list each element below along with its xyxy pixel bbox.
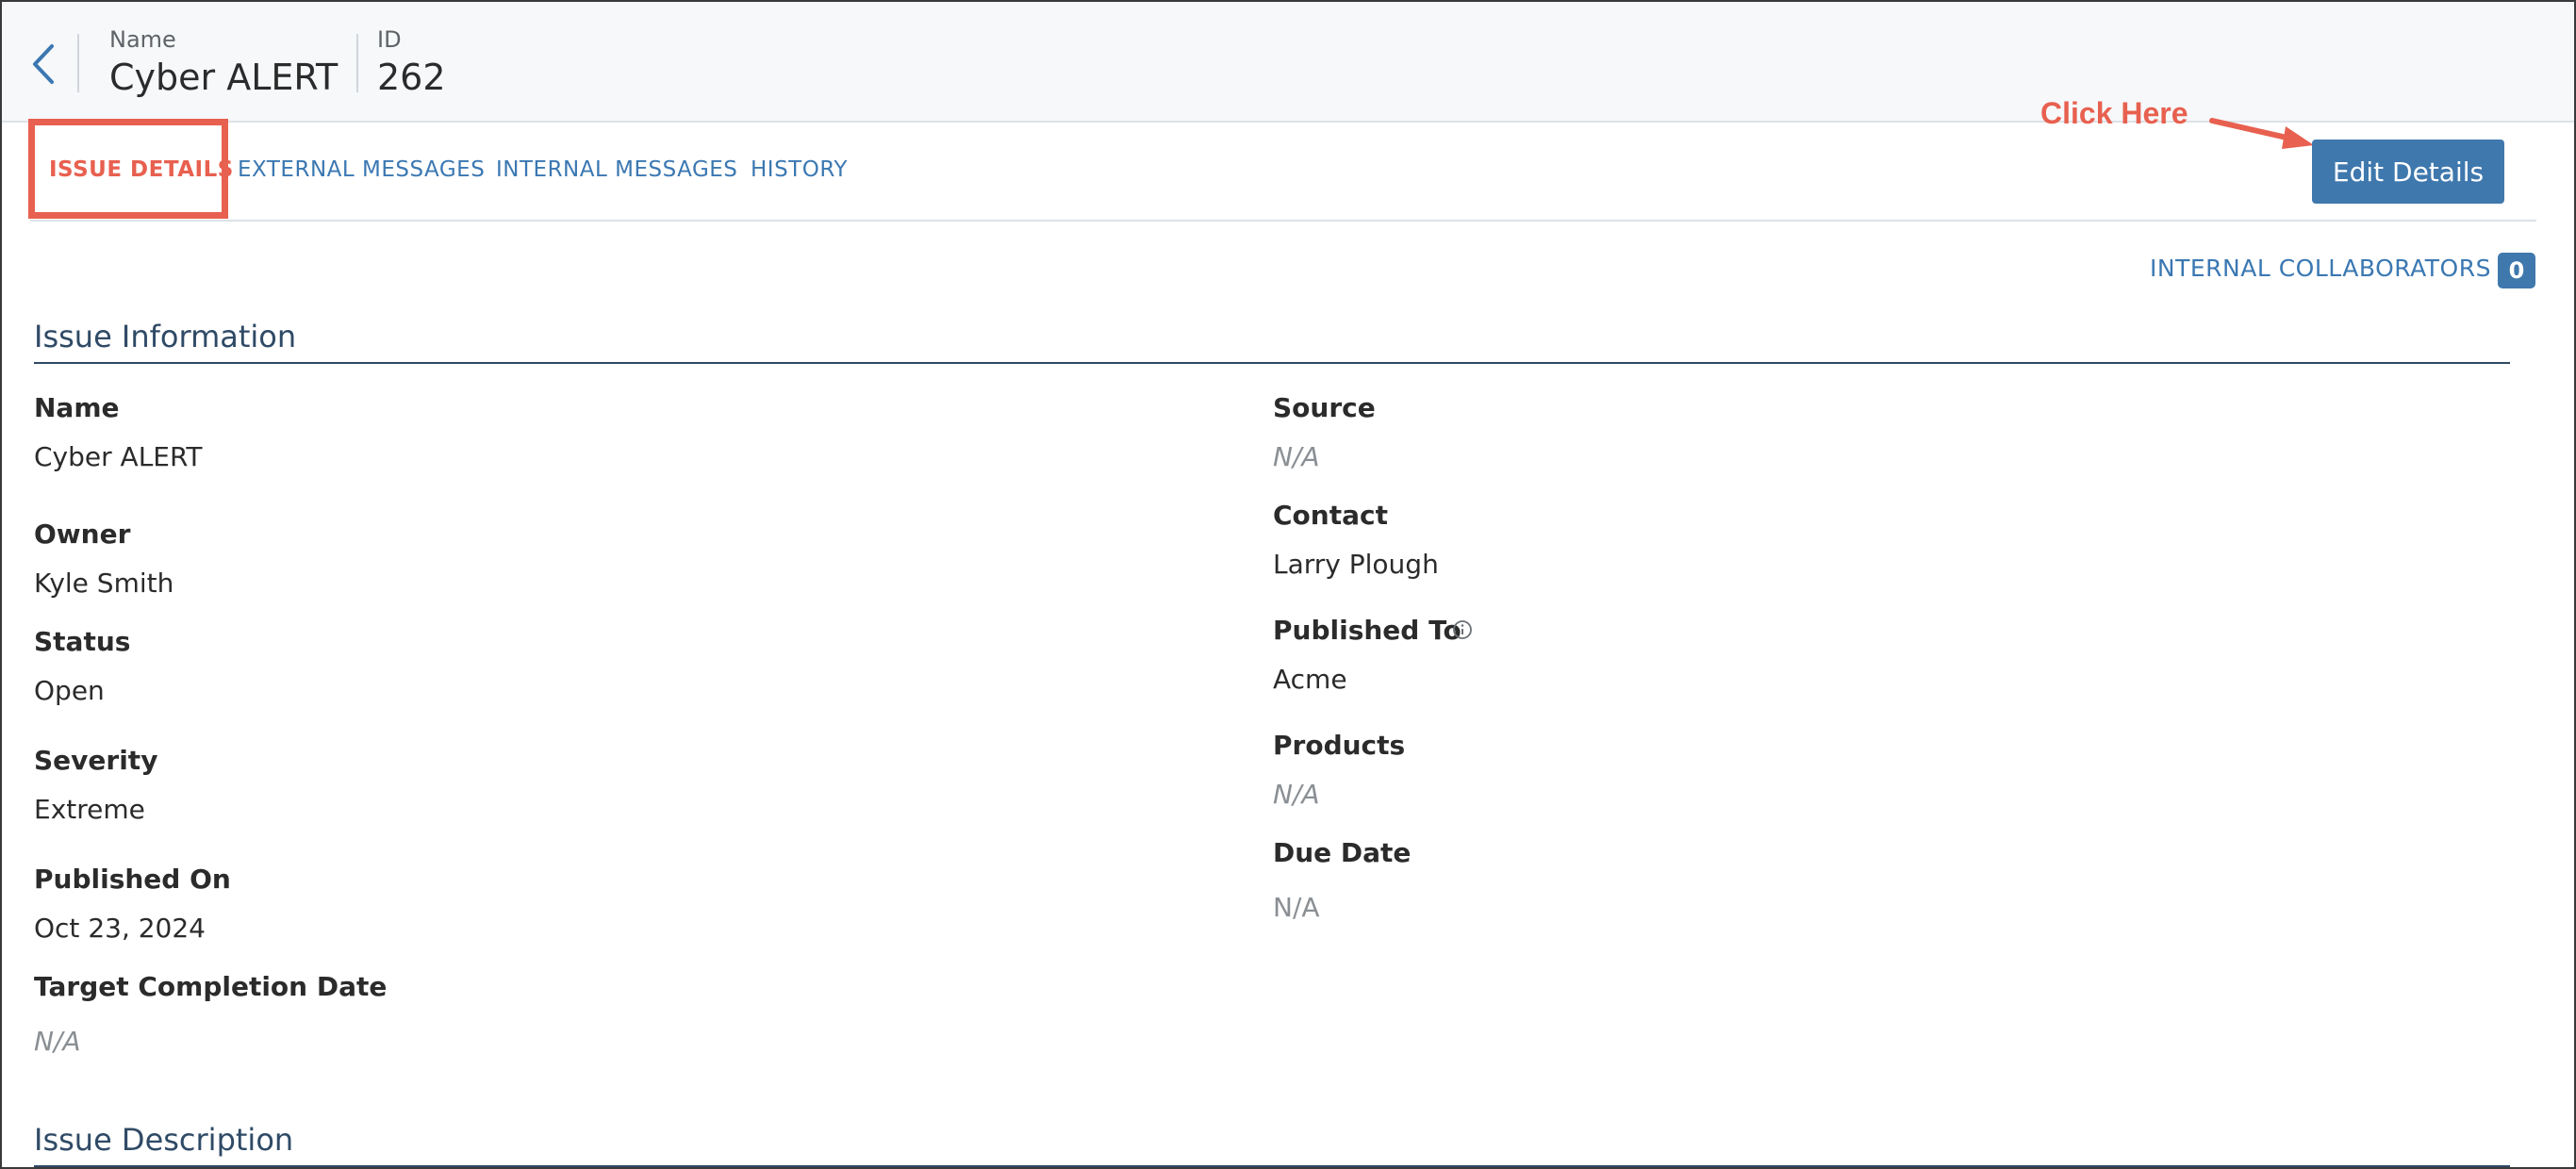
field-label-name: Name <box>34 392 120 423</box>
collaborators-count-badge[interactable]: 0 <box>2498 253 2535 288</box>
field-label-contact: Contact <box>1273 500 1388 531</box>
issue-name: Cyber ALERT <box>109 57 339 98</box>
field-value-name: Cyber ALERT <box>34 441 203 472</box>
field-value-products: N/A <box>1273 779 1320 810</box>
arrow-icon <box>2209 118 2314 149</box>
field-label-products: Products <box>1273 730 1406 761</box>
section-divider <box>34 362 2510 364</box>
tab-internal-messages[interactable]: INTERNAL MESSAGES <box>496 157 737 182</box>
field-value-source: N/A <box>1273 441 1320 472</box>
app-window: Name Cyber ALERT ID 262 ISSUE DETAILS EX… <box>0 0 2576 1169</box>
tab-issue-details[interactable]: ISSUE DETAILS <box>49 157 234 182</box>
field-value-contact: Larry Plough <box>1273 549 1439 580</box>
field-label-severity: Severity <box>34 745 158 776</box>
page-header: Name Cyber ALERT ID 262 <box>2 2 2574 123</box>
field-label-due-date: Due Date <box>1273 837 1412 868</box>
field-value-due-date: N/A <box>1273 892 1320 923</box>
chevron-left-icon <box>33 44 54 84</box>
info-circle-icon[interactable] <box>1452 619 1473 640</box>
field-value-status: Open <box>34 675 105 706</box>
section-title-issue-information: Issue Information <box>34 319 297 354</box>
field-value-severity: Extreme <box>34 794 145 825</box>
field-value-published-on: Oct 23, 2024 <box>34 913 206 944</box>
back-button[interactable] <box>25 36 62 92</box>
field-label-published-to: Published To <box>1273 615 1461 646</box>
edit-details-button[interactable]: Edit Details <box>2312 140 2504 204</box>
field-value-owner: Kyle Smith <box>34 568 174 599</box>
header-divider <box>77 34 79 92</box>
id-label: ID <box>377 26 402 53</box>
issue-id: 262 <box>377 57 446 98</box>
field-label-status: Status <box>34 626 131 657</box>
internal-collaborators-link[interactable]: INTERNAL COLLABORATORS <box>2150 255 2491 282</box>
click-here-annotation: Click Here <box>2040 96 2188 130</box>
field-label-published-on: Published On <box>34 864 231 895</box>
tab-history[interactable]: HISTORY <box>751 157 848 182</box>
tab-bar-divider <box>30 220 2536 222</box>
name-label: Name <box>109 26 176 53</box>
field-label-owner: Owner <box>34 519 131 550</box>
header-divider <box>356 34 358 92</box>
field-label-target-completion-date: Target Completion Date <box>34 971 388 1002</box>
field-value-target-completion-date: N/A <box>34 1026 81 1057</box>
tab-external-messages[interactable]: EXTERNAL MESSAGES <box>238 157 485 182</box>
section-title-issue-description: Issue Description <box>34 1122 294 1158</box>
section-divider <box>34 1165 2510 1167</box>
field-value-published-to: Acme <box>1273 664 1347 695</box>
field-label-source: Source <box>1273 392 1376 423</box>
